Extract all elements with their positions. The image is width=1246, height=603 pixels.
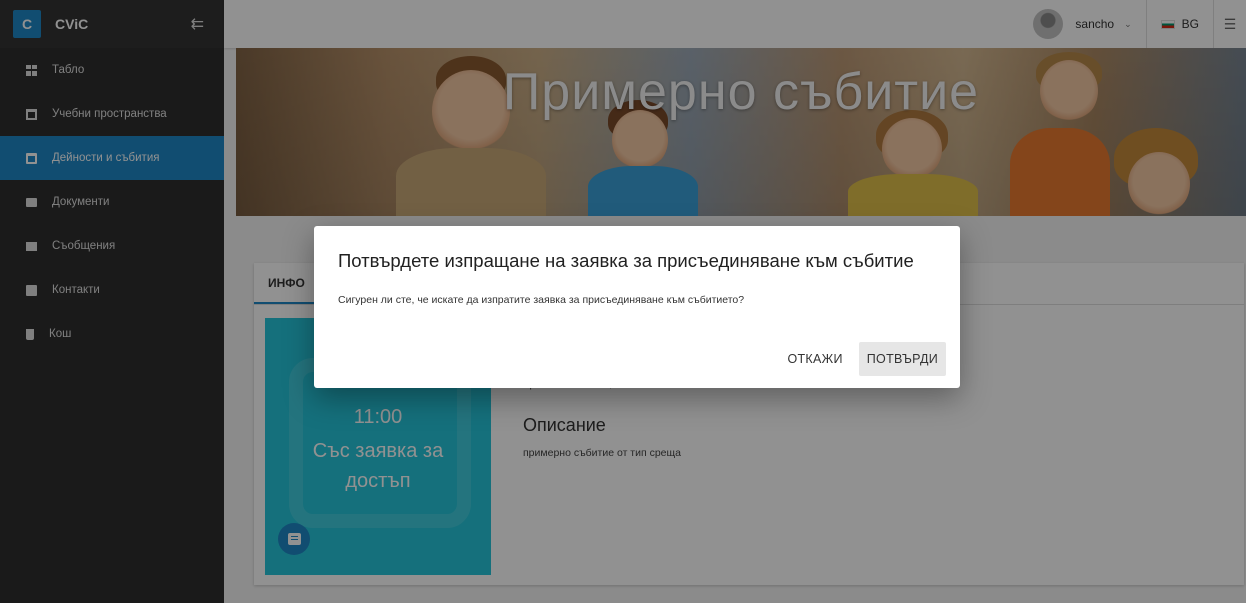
confirm-join-dialog: Потвърдете изпращане на заявка за присъе… — [314, 226, 960, 388]
dialog-actions: ОТКАЖИ ПОТВЪРДИ — [779, 342, 946, 376]
dialog-message: Сигурен ли сте, че искате да изпратите з… — [338, 294, 745, 306]
dialog-title: Потвърдете изпращане на заявка за присъе… — [338, 250, 914, 271]
confirm-button[interactable]: ПОТВЪРДИ — [858, 342, 946, 376]
cancel-button[interactable]: ОТКАЖИ — [779, 342, 850, 376]
